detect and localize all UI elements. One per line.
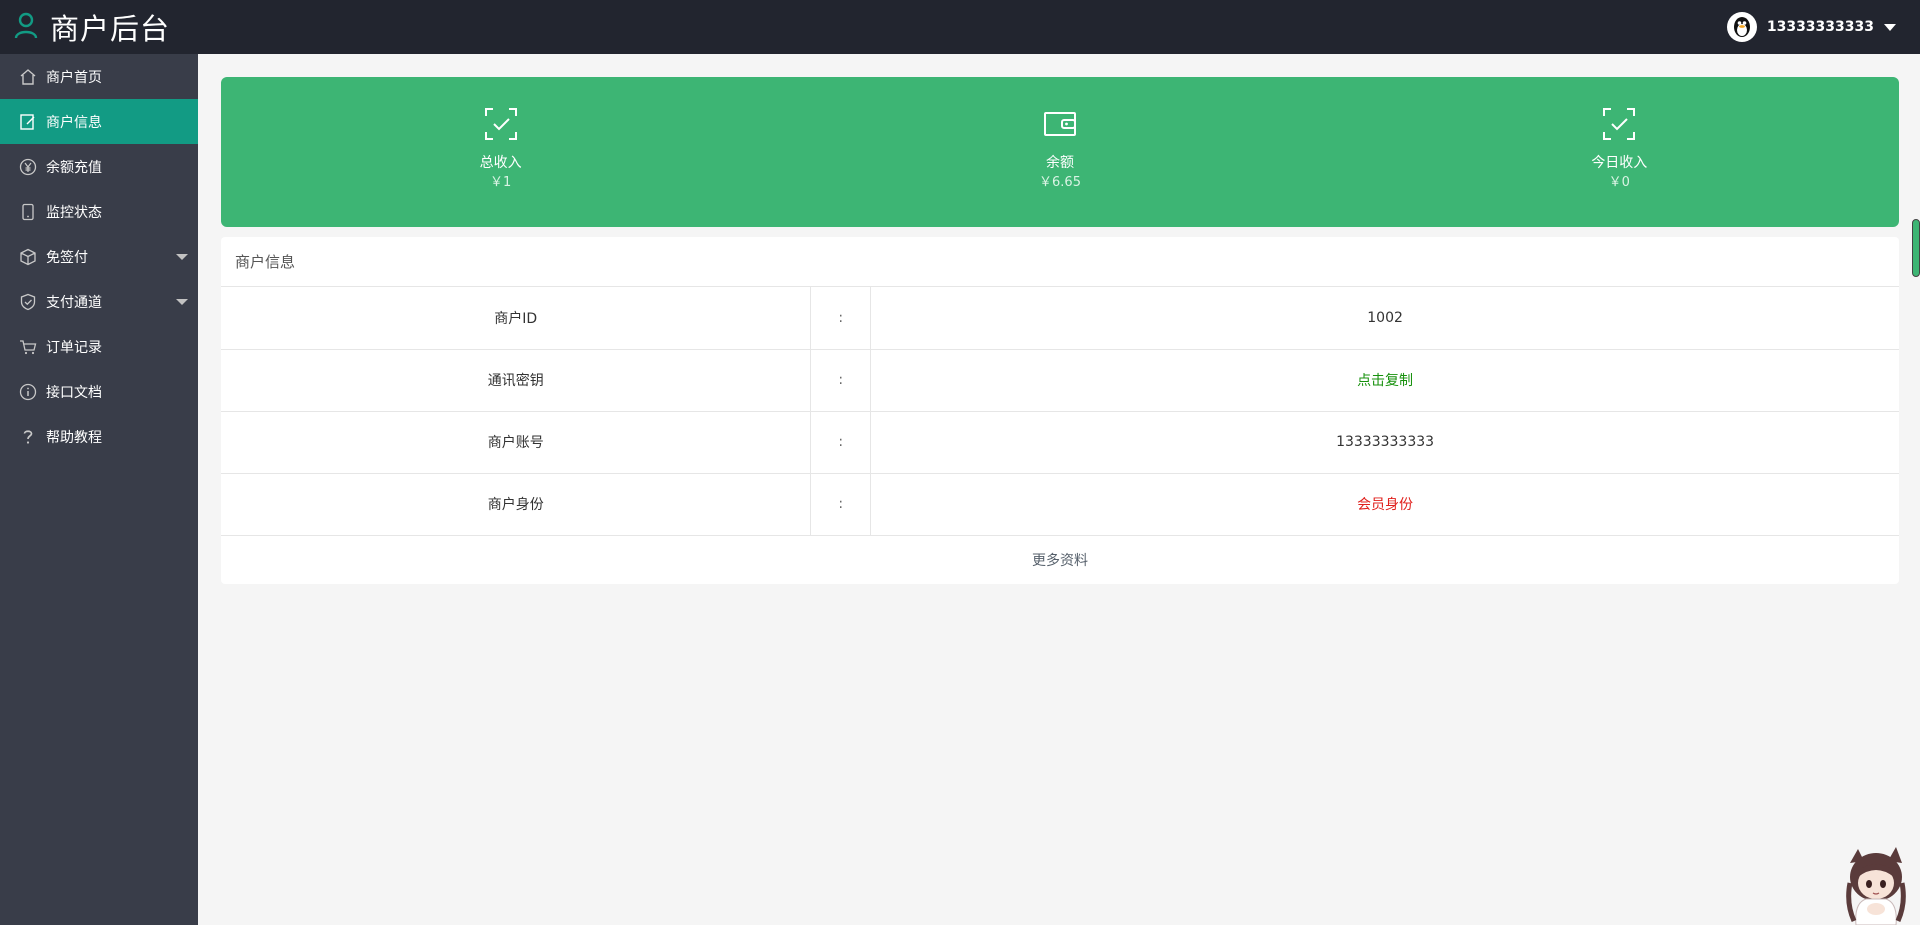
row-separator: : <box>810 473 872 536</box>
sidebar-item-label: 商户信息 <box>46 114 102 131</box>
sidebar-item-label: 商户首页 <box>46 69 102 86</box>
row-label: 商户账号 <box>221 411 812 474</box>
sidebar-item-label: 订单记录 <box>46 339 102 356</box>
scan-check-icon <box>1603 108 1636 140</box>
question-icon <box>18 427 38 447</box>
shield-check-icon <box>18 292 38 312</box>
membership-value-cell: 会员身份 <box>870 473 1899 536</box>
edit-doc-icon <box>18 112 38 132</box>
table-row: 商户账号 : 13333333333 <box>221 411 1899 474</box>
more-info-link[interactable]: 更多资料 <box>221 536 1899 586</box>
sidebar-item-merchant-info[interactable]: 商户信息 <box>0 99 198 144</box>
copy-key-link-cell: 点击复制 <box>870 349 1899 412</box>
box-icon <box>18 247 38 267</box>
cart-icon <box>18 337 38 357</box>
merchant-id-value: 1002 <box>870 287 1899 350</box>
table-row: 商户ID : 1002 <box>221 287 1899 350</box>
sidebar-item-help[interactable]: 帮助教程 <box>0 414 198 459</box>
stat-total-income: 总收入 ￥1 <box>221 77 780 227</box>
sidebar-item-label: 帮助教程 <box>46 429 102 446</box>
sidebar: 商户首页 商户信息 余额充值 监控状态 免签付 支付通道 订单记录 接口文档 帮… <box>0 54 198 925</box>
stat-balance: 余额 ￥6.65 <box>780 77 1339 227</box>
stats-panel: 总收入 ￥1 余额 ￥6.65 今日收入 ￥0 <box>221 77 1899 227</box>
info-icon <box>18 382 38 402</box>
card-title: 商户信息 <box>221 237 1899 287</box>
copy-key-link[interactable]: 点击复制 <box>1357 373 1413 389</box>
stat-value: ￥1 <box>490 175 512 190</box>
yen-icon <box>18 157 38 177</box>
scan-check-icon <box>484 108 517 140</box>
top-header: 商户后台 13333333333 <box>0 0 1920 54</box>
sidebar-item-recharge[interactable]: 余额充值 <box>0 144 198 189</box>
sidebar-item-label: 接口文档 <box>46 384 102 401</box>
stat-today-income: 今日收入 ￥0 <box>1340 77 1899 227</box>
sidebar-item-orders[interactable]: 订单记录 <box>0 324 198 369</box>
caret-down-icon[interactable] <box>176 254 188 260</box>
row-separator: : <box>810 349 872 412</box>
membership-status: 会员身份 <box>1357 497 1414 513</box>
row-separator: : <box>810 287 872 350</box>
chevron-down-icon[interactable] <box>1884 23 1896 31</box>
table-row: 通讯密钥 : 点击复制 <box>221 349 1899 412</box>
stat-label: 总收入 <box>479 155 522 171</box>
row-label: 商户身份 <box>221 473 812 536</box>
merchant-info-card: 商户信息 商户ID : 1002 通讯密钥 : 点击复制 商户账号 : 1333… <box>221 237 1899 584</box>
anime-mascot-image <box>1846 847 1906 925</box>
sidebar-item-monitor[interactable]: 监控状态 <box>0 189 198 234</box>
sidebar-item-home[interactable]: 商户首页 <box>0 54 198 99</box>
merchant-account-value: 13333333333 <box>870 411 1899 474</box>
row-label: 商户ID <box>221 287 812 350</box>
sidebar-item-free-sign-pay[interactable]: 免签付 <box>0 234 198 279</box>
sidebar-item-label: 监控状态 <box>46 204 102 221</box>
user-name[interactable]: 13333333333 <box>1767 19 1874 35</box>
app-title: 商户后台 <box>50 12 171 46</box>
row-label: 通讯密钥 <box>221 349 812 412</box>
sidebar-item-api-docs[interactable]: 接口文档 <box>0 369 198 414</box>
row-separator: : <box>810 411 872 474</box>
sidebar-item-label: 支付通道 <box>46 294 102 311</box>
stat-label: 今日收入 <box>1591 155 1648 171</box>
phone-icon <box>18 202 38 222</box>
brand[interactable]: 商户后台 <box>14 0 170 54</box>
stat-value: ￥6.65 <box>1039 175 1081 190</box>
stat-value: ￥0 <box>1608 175 1630 190</box>
user-outline-icon <box>14 11 38 43</box>
user-menu[interactable]: 13333333333 <box>1726 0 1896 54</box>
wallet-icon <box>1043 112 1076 136</box>
merchant-info-table: 商户ID : 1002 通讯密钥 : 点击复制 商户账号 : 133333333… <box>221 287 1899 536</box>
main-content: 总收入 ￥1 余额 ￥6.65 今日收入 ￥0 商户信息 商户ID: 1002… <box>198 54 1920 925</box>
home-icon <box>18 67 38 87</box>
avatar[interactable] <box>1726 12 1757 42</box>
sidebar-item-label: 免签付 <box>46 249 88 266</box>
table-row: 商户身份 : 会员身份 <box>221 473 1899 536</box>
caret-down-icon[interactable] <box>176 299 188 305</box>
sidebar-item-pay-channel[interactable]: 支付通道 <box>0 279 198 324</box>
stat-label: 余额 <box>1045 155 1074 171</box>
sidebar-item-label: 余额充值 <box>46 159 102 176</box>
scrollbar-thumb[interactable] <box>1912 219 1920 277</box>
